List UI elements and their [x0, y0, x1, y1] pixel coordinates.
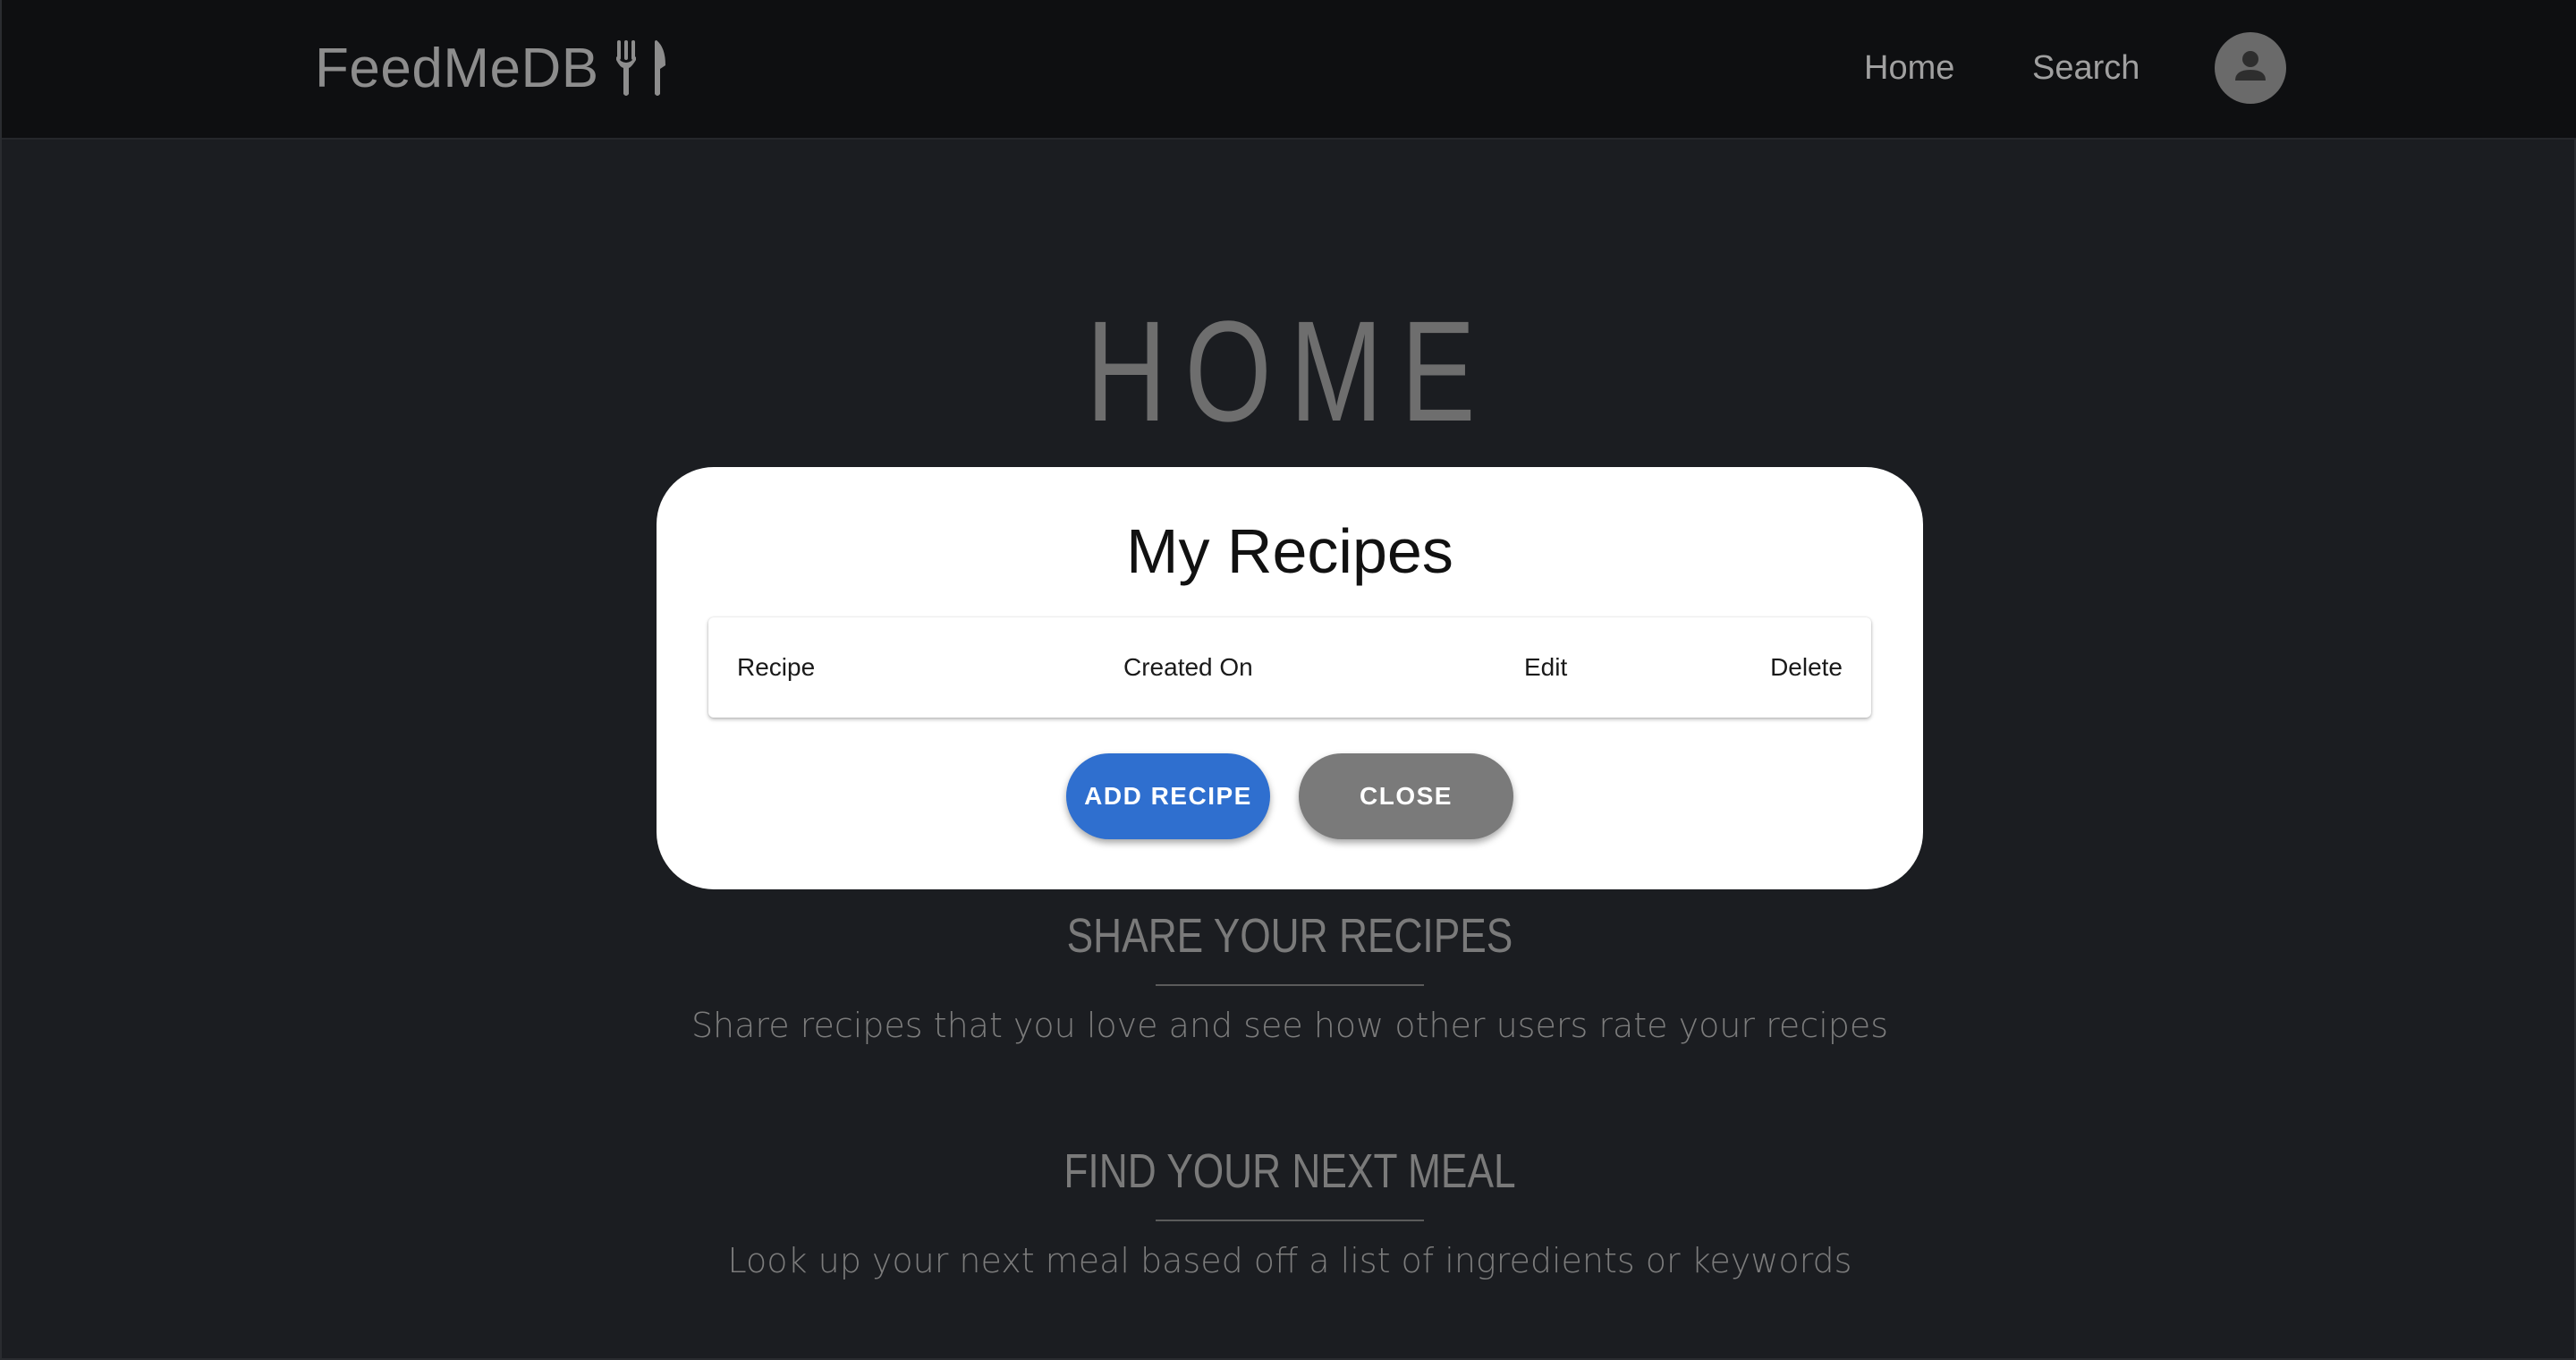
column-header-delete[interactable]: Delete [1770, 617, 1843, 718]
close-button[interactable]: CLOSE [1299, 753, 1513, 839]
section-divider [1156, 1220, 1424, 1221]
page-title: HOME [1086, 291, 1494, 451]
page: FeedMeDB Home Search HOME SHARE YOUR REC… [0, 0, 2576, 1360]
avatar[interactable] [2215, 32, 2286, 104]
column-header-created-on[interactable]: Created On [1123, 617, 1253, 718]
find-meal-section: FIND YOUR NEXT MEAL Look up your next me… [2, 1143, 2576, 1284]
nav-link-home[interactable]: Home [1864, 43, 1954, 93]
modal-title: My Recipes [1126, 516, 1453, 586]
brand-logo[interactable]: FeedMeDB [315, 32, 669, 104]
share-recipes-section: SHARE YOUR RECIPES Share recipes that yo… [2, 907, 2576, 1049]
section-description: Share recipes that you love and see how … [691, 1006, 1889, 1045]
recipes-table: Recipe Created On Edit Delete [708, 617, 1871, 718]
column-header-recipe[interactable]: Recipe [737, 617, 815, 718]
section-divider [1156, 984, 1424, 986]
my-recipes-modal: My Recipes Recipe Created On Edit Delete… [657, 467, 1923, 889]
brand-name: FeedMeDB [315, 37, 599, 99]
add-recipe-button[interactable]: ADD RECIPE [1066, 753, 1270, 839]
nav-link-search[interactable]: Search [2032, 43, 2140, 93]
section-heading: FIND YOUR NEXT MEAL [1063, 1144, 1516, 1198]
navbar: FeedMeDB Home Search [2, 0, 2576, 140]
user-icon [2231, 47, 2270, 90]
section-heading: SHARE YOUR RECIPES [1066, 909, 1513, 963]
section-description: Look up your next meal based off a list … [727, 1241, 1852, 1280]
column-header-edit[interactable]: Edit [1524, 617, 1567, 718]
cutlery-icon [614, 38, 669, 98]
